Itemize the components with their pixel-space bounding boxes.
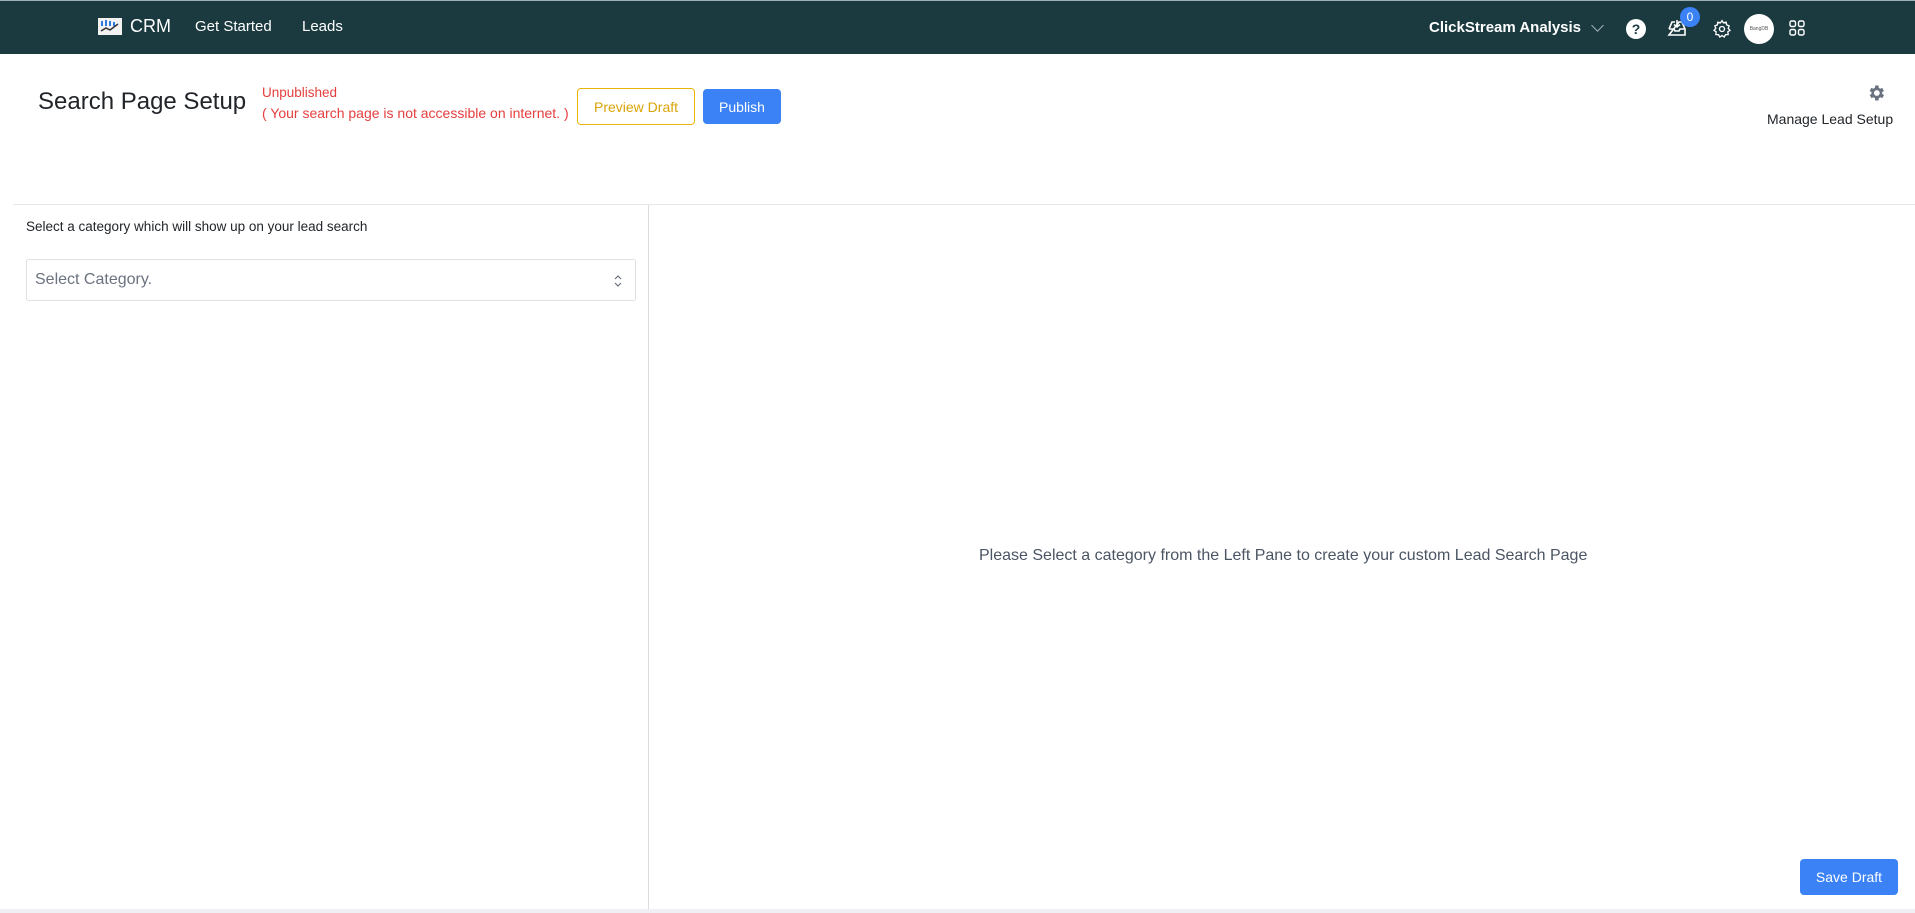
empty-state-message: Please Select a category from the Left P… (979, 547, 1588, 564)
category-instruction: Select a category which will show up on … (26, 219, 368, 234)
help-icon[interactable]: ? (1626, 19, 1646, 39)
nav-leads[interactable]: Leads (302, 18, 343, 35)
category-select-placeholder: Select Category. (35, 271, 153, 288)
header-divider (13, 204, 1915, 205)
notification-badge: 0 (1680, 7, 1700, 27)
gear-icon[interactable] (1712, 19, 1732, 39)
category-select[interactable]: Select Category. (26, 259, 636, 301)
publish-status-note: ( Your search page is not accessible on … (262, 105, 569, 121)
apps-grid-icon[interactable] (1789, 20, 1805, 36)
save-draft-button[interactable]: Save Draft (1800, 859, 1898, 895)
avatar[interactable]: BangDB (1744, 14, 1774, 44)
page-title: Search Page Setup (38, 88, 247, 115)
brand[interactable]: CRM (98, 16, 171, 37)
avatar-logo-text: BangDB (1749, 26, 1769, 32)
chevron-up-down-icon (613, 273, 623, 289)
manage-lead-setup-gear-icon[interactable] (1866, 83, 1886, 103)
brand-name: CRM (130, 16, 171, 36)
preview-draft-button[interactable]: Preview Draft (577, 88, 695, 125)
publish-status: Unpublished (262, 85, 338, 100)
org-switcher[interactable]: ClickStream Analysis (1429, 18, 1604, 36)
top-navbar: CRM Get Started Leads ClickStream Analys… (0, 0, 1915, 54)
manage-lead-setup-link[interactable]: Manage Lead Setup (1767, 111, 1893, 127)
nav-get-started[interactable]: Get Started (195, 18, 272, 35)
footer-strip (0, 909, 1915, 913)
pane-divider (648, 205, 649, 910)
crm-logo-icon (98, 18, 122, 35)
publish-button[interactable]: Publish (703, 89, 781, 124)
org-name: ClickStream Analysis (1429, 19, 1582, 36)
chevron-down-icon (1591, 18, 1604, 32)
